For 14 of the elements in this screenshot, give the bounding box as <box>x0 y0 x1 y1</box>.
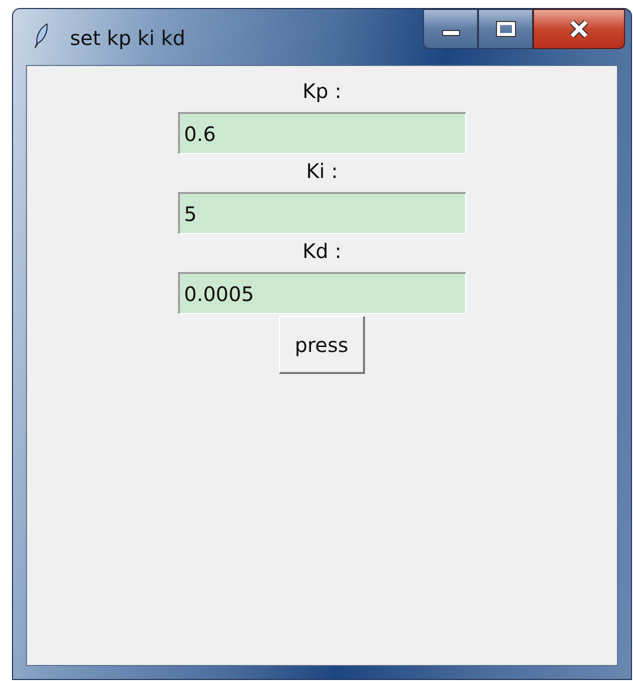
field-label: Kp : <box>302 78 342 105</box>
value-field[interactable]: 0.6 <box>178 112 466 154</box>
value-field[interactable]: 5 <box>178 192 466 234</box>
minimize-icon <box>442 30 460 36</box>
close-button[interactable] <box>533 9 625 49</box>
minimize-button[interactable] <box>423 9 478 49</box>
maximize-icon <box>496 22 514 36</box>
close-icon <box>569 20 589 38</box>
field-label: Ki : <box>306 158 338 185</box>
press-button[interactable]: press <box>279 316 365 374</box>
maximize-button[interactable] <box>478 9 533 49</box>
field-label: Kd : <box>302 238 342 265</box>
value-field[interactable]: 0.0005 <box>178 272 466 314</box>
window-title: set kp ki kd <box>70 25 186 52</box>
